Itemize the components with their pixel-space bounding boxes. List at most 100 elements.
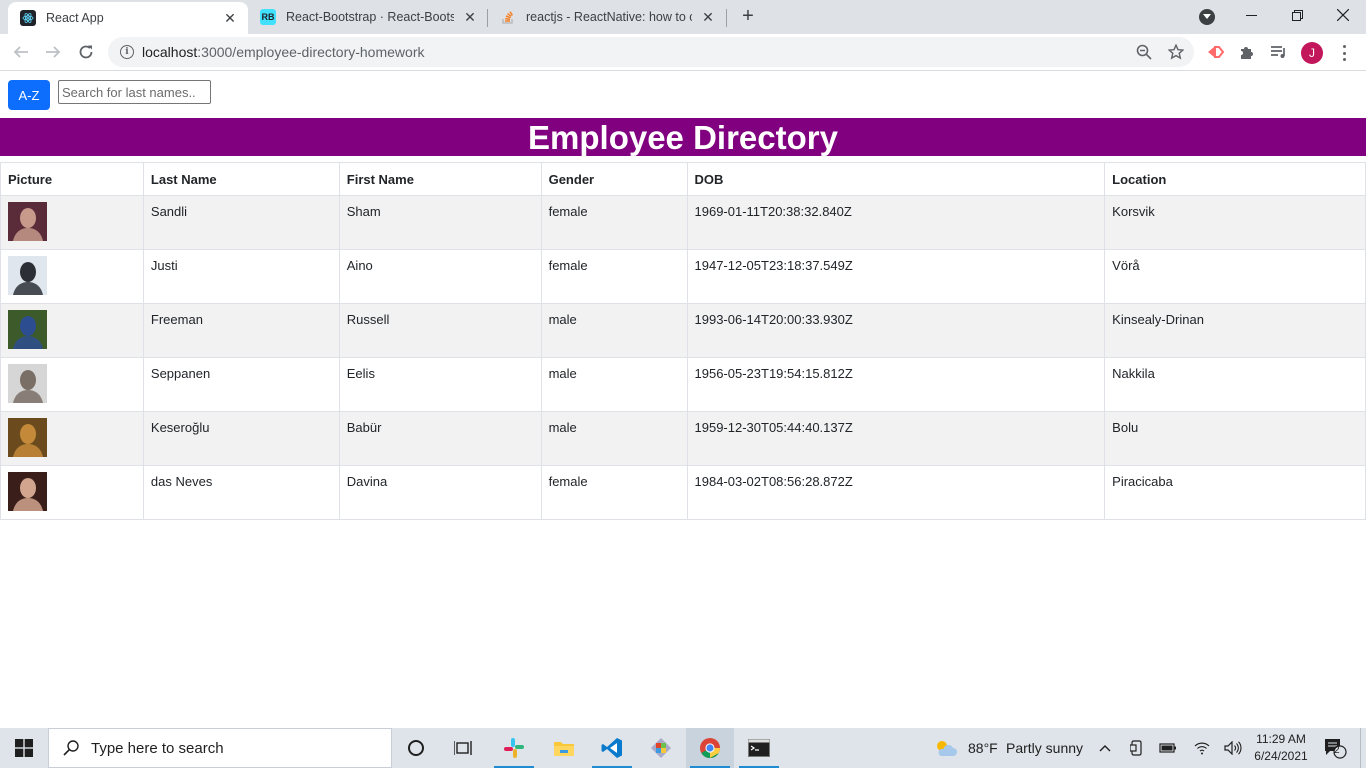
minimize-icon[interactable] (1228, 0, 1274, 30)
first-name-cell: Aino (338, 249, 542, 304)
tab-search-icon[interactable] (1199, 9, 1215, 25)
taskbar-search-box[interactable]: Type here to search (48, 728, 392, 768)
slack-icon[interactable] (490, 728, 538, 768)
gender-cell: male (540, 411, 688, 466)
picture-cell (0, 411, 144, 466)
first-name-cell: Babür (338, 411, 542, 466)
clock-time: 11:29 AM (1256, 732, 1306, 746)
taskbar-search-placeholder: Type here to search (91, 739, 224, 757)
tab-title: React-Bootstrap · React-Bootstrap (286, 10, 454, 24)
notification-center-icon[interactable]: 2 (1318, 728, 1352, 768)
site-info-icon[interactable]: i (120, 45, 134, 59)
table-row: Justi Aino female 1947-12-05T23:18:37.549Z V… (0, 249, 1366, 304)
new-tab-button[interactable]: + (736, 6, 760, 28)
file-explorer-icon[interactable] (540, 728, 588, 768)
gender-cell: male (540, 303, 688, 358)
location-cell: Piracicaba (1104, 465, 1366, 520)
reload-icon[interactable] (74, 40, 98, 64)
employee-photo (8, 364, 47, 403)
chrome-icon[interactable] (686, 728, 734, 768)
location-cell: Kinsealy-Drinan (1104, 303, 1366, 358)
picture-cell (0, 357, 144, 412)
sort-az-button[interactable]: A-Z (8, 80, 50, 110)
profile-avatar[interactable]: J (1301, 42, 1323, 64)
close-tab-icon[interactable]: ✕ (460, 7, 480, 27)
browser-menu-icon[interactable] (1338, 43, 1350, 63)
extensions-puzzle-icon[interactable] (1237, 42, 1257, 62)
battery-icon[interactable] (1157, 728, 1179, 768)
tab-react-bootstrap[interactable]: RB React-Bootstrap · React-Bootstrap ✕ (248, 0, 488, 34)
windows-start-icon[interactable] (0, 728, 48, 768)
location-cell: Bolu (1104, 411, 1366, 466)
last-name-search-input[interactable] (58, 80, 211, 104)
gender-cell: female (540, 195, 688, 250)
zoom-icon[interactable] (1136, 44, 1152, 60)
wifi-icon[interactable] (1191, 728, 1213, 768)
task-view-icon[interactable] (440, 728, 488, 768)
browser-toolbar: i localhost:3000/employee-directory-home… (0, 34, 1366, 71)
taskbar-clock[interactable]: 11:29 AM 6/24/2021 (1252, 731, 1310, 765)
dob-cell: 1984-03-02T08:56:28.872Z (686, 465, 1106, 520)
picture-cell (0, 249, 144, 304)
tab-react-app[interactable]: React App ✕ (8, 2, 248, 34)
restore-icon[interactable] (1274, 0, 1320, 30)
last-name-cell: Seppanen (142, 357, 340, 412)
clock-date: 6/24/2021 (1254, 749, 1308, 763)
table-row: Freeman Russell male 1993-06-14T20:00:33.93… (0, 303, 1366, 358)
vscode-icon[interactable] (588, 728, 636, 768)
gender-cell: male (540, 357, 688, 412)
employee-photo (8, 472, 47, 511)
close-tab-icon[interactable]: ✕ (698, 7, 718, 27)
search-icon (63, 740, 79, 756)
dob-cell: 1947-12-05T23:18:37.549Z (686, 249, 1106, 304)
tab-title: React App (46, 11, 104, 25)
picture-cell (0, 195, 144, 250)
column-header-picture: Picture (0, 162, 144, 196)
cortana-icon[interactable] (392, 728, 440, 768)
last-name-cell: Keseroğlu (142, 411, 340, 466)
location-cell: Korsvik (1104, 195, 1366, 250)
forward-arrow-icon[interactable] (41, 40, 65, 64)
location-cell: Nakkila (1104, 357, 1366, 412)
picture-cell (0, 303, 144, 358)
chevron-up-icon[interactable] (1094, 728, 1116, 768)
volume-icon[interactable] (1222, 728, 1244, 768)
weather-partly-sunny-icon[interactable] (930, 728, 960, 768)
dob-cell: 1993-06-14T20:00:33.930Z (686, 303, 1106, 358)
page-title: Employee Directory (0, 118, 1366, 156)
tab-separator (726, 9, 727, 27)
weather-description[interactable]: Partly sunny (1006, 740, 1083, 756)
dob-cell: 1959-12-30T05:44:40.137Z (686, 411, 1106, 466)
last-name-cell: Freeman (142, 303, 340, 358)
url-text: localhost:3000/employee-directory-homewo… (142, 44, 425, 60)
dob-cell: 1969-01-11T20:38:32.840Z (686, 195, 1106, 250)
column-header-first-name: First Name (338, 162, 542, 196)
bookmark-star-icon[interactable] (1167, 43, 1185, 60)
close-tab-icon[interactable]: ✕ (220, 8, 240, 28)
close-window-icon[interactable] (1320, 0, 1366, 30)
employee-photo (8, 310, 47, 349)
table-row: Keseroğlu Babür male 1959-12-30T05:44:40.13… (0, 411, 1366, 466)
picture-cell (0, 465, 144, 520)
phone-link-icon[interactable] (1126, 728, 1148, 768)
gender-cell: female (540, 465, 688, 520)
weather-temperature[interactable]: 88°F (968, 740, 998, 756)
terminal-icon[interactable] (735, 728, 783, 768)
media-queue-icon[interactable] (1269, 42, 1289, 62)
notification-count: 2 (1334, 745, 1340, 756)
show-desktop-button[interactable] (1360, 728, 1366, 768)
stackoverflow-icon (500, 9, 516, 25)
location-cell: Vörå (1104, 249, 1366, 304)
git-gui-icon[interactable] (637, 728, 685, 768)
page-content: A-Z Employee Directory Picture Last Name… (0, 71, 1366, 728)
last-name-cell: Justi (142, 249, 340, 304)
cast-extension-icon[interactable] (1205, 42, 1225, 62)
address-bar[interactable]: i localhost:3000/employee-directory-home… (108, 37, 1194, 67)
first-name-cell: Davina (338, 465, 542, 520)
back-arrow-icon[interactable] (9, 40, 33, 64)
table-header-row: Picture Last Name First Name Gender DOB … (0, 162, 1366, 196)
table-row: das Neves Davina female 1984-03-02T08:56:28… (0, 465, 1366, 520)
tab-stackoverflow[interactable]: reactjs - ReactNative: how to cen ✕ (488, 0, 726, 34)
dob-cell: 1956-05-23T19:54:15.812Z (686, 357, 1106, 412)
employee-photo (8, 418, 47, 457)
